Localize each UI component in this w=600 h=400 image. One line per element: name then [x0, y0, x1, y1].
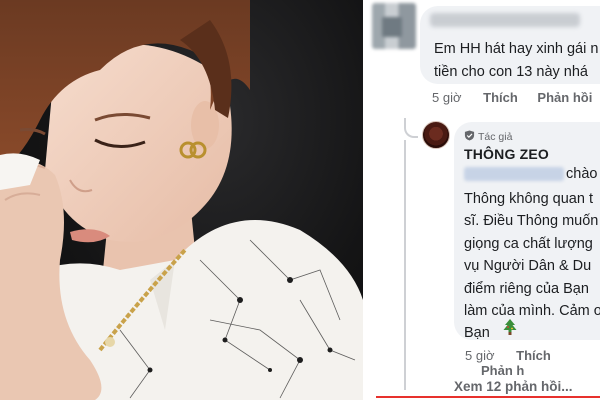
reply-reply-button[interactable]: Phản h — [481, 363, 524, 378]
comment-thread: Em HH hát hay xinh gái n tiền cho con 13… — [368, 0, 600, 400]
photo-illustration — [0, 0, 363, 400]
blurred-avatar — [372, 3, 416, 49]
thread-line — [404, 140, 406, 390]
reply-line: Thông không quan t — [464, 191, 593, 207]
highlight-underline — [376, 396, 600, 398]
crying-woman-photo — [0, 0, 363, 400]
reply-time[interactable]: 5 giờ — [465, 348, 495, 363]
reply-first-line-tail: chào — [566, 166, 598, 182]
comment-time[interactable]: 5 giờ — [432, 90, 462, 105]
reply-line: giọng ca chất lượng — [464, 235, 593, 252]
author-badge-label: Tác giả — [478, 131, 513, 143]
thread-connector — [404, 118, 418, 138]
blurred-mention[interactable] — [464, 167, 564, 181]
reply-button[interactable]: Phản hồi — [537, 90, 592, 105]
blurred-commenter-name — [430, 13, 580, 27]
reply-text: Thông không quan t sĩ. Điều Thông muốn g… — [464, 188, 600, 345]
comment-actions: 5 giờ Thích Phản hồi — [432, 90, 592, 105]
reply-like-button[interactable]: Thích — [516, 348, 551, 363]
reply-line: vụ Người Dân & Du — [464, 258, 592, 275]
reply-line: sĩ. Điều Thông muốn — [464, 213, 599, 230]
reply-line: làm của mình. Cảm ơ — [464, 303, 600, 320]
author-badge-icon — [464, 130, 475, 141]
comment-text-line-1: Em HH hát hay xinh gái n — [434, 41, 599, 57]
reply-line: điểm riêng của Bạn — [464, 280, 589, 297]
christmas-tree-icon — [503, 319, 517, 335]
reply-line: Bạn — [464, 325, 490, 342]
comment-text-line-2: tiền cho con 13 này nhá — [434, 64, 588, 80]
like-button[interactable]: Thích — [483, 90, 518, 105]
comment-text: Em HH hát hay xinh gái n tiền cho con 13… — [434, 38, 600, 84]
author-name[interactable]: THÔNG ZEO — [464, 146, 549, 162]
author-badge: Tác giả — [464, 130, 512, 143]
reply-actions: 5 giờ Thích Phản h — [465, 348, 600, 378]
view-more-replies-link[interactable]: Xem 12 phản hồi... — [454, 379, 573, 394]
author-avatar[interactable] — [422, 121, 450, 149]
